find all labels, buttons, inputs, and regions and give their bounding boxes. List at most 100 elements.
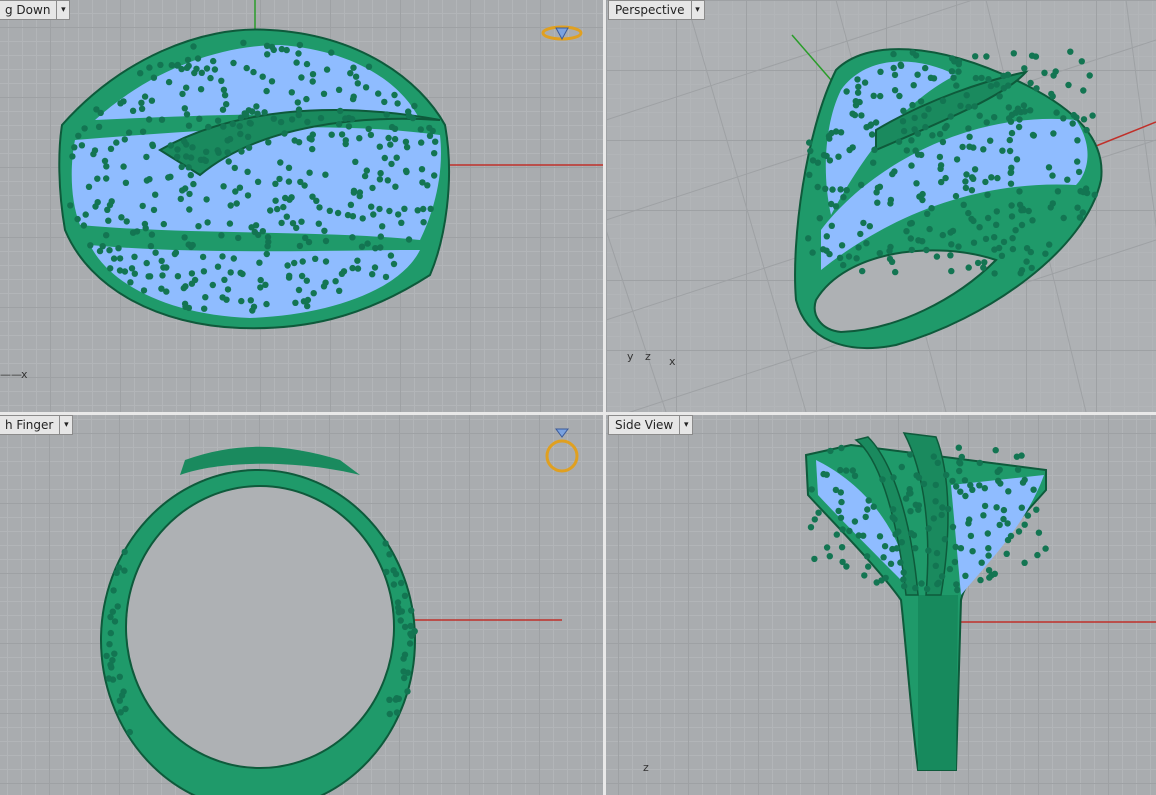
gem-bead: [334, 209, 342, 217]
gem-bead: [69, 153, 76, 160]
ring-view-icon[interactable]: [542, 425, 582, 477]
gem-bead: [928, 205, 935, 212]
gem-bead: [952, 192, 960, 200]
gem-bead: [998, 252, 1006, 259]
viewport-title-tab[interactable]: Side View ▾: [608, 415, 694, 435]
gem-bead: [808, 486, 815, 493]
gem-bead: [262, 281, 269, 288]
gem-bead: [835, 153, 842, 160]
gem-bead: [1034, 551, 1041, 559]
gem-bead: [890, 64, 897, 72]
gem-bead: [226, 220, 234, 227]
gem-bead: [150, 206, 158, 214]
gem-bead: [913, 472, 920, 479]
gem-bead: [862, 513, 869, 521]
gem-bead: [386, 207, 393, 215]
gem-bead: [1007, 180, 1015, 187]
chevron-down-icon[interactable]: ▾: [59, 416, 72, 434]
gem-bead: [1052, 68, 1059, 75]
viewport-perspective[interactable]: Perspective ▾ y z x: [606, 0, 1156, 412]
view-cube-icon[interactable]: [540, 20, 584, 46]
gem-bead: [1074, 204, 1081, 211]
gem-bead: [945, 505, 952, 513]
gem-bead: [914, 151, 922, 158]
gem-bead: [900, 569, 907, 576]
gem-bead: [237, 269, 244, 276]
gem-bead: [937, 162, 945, 169]
gem-bead: [261, 109, 268, 116]
gem-bead: [932, 498, 939, 505]
gem-bead: [968, 187, 976, 194]
gem-bead: [846, 146, 853, 154]
gem-bead: [912, 501, 919, 508]
gem-bead: [168, 61, 175, 69]
gem-bead: [1000, 506, 1008, 514]
gem-bead: [903, 228, 910, 235]
gem-bead: [82, 211, 89, 218]
viewport-divider-horizontal[interactable]: [0, 412, 1156, 415]
viewport-title-tab[interactable]: h Finger ▾: [0, 415, 74, 435]
gem-bead: [190, 180, 197, 188]
gem-bead: [127, 279, 134, 286]
viewport-top-down[interactable]: g Down ▾ —— x: [0, 0, 603, 412]
gem-bead: [152, 191, 159, 198]
gem-bead: [128, 265, 136, 272]
gem-bead: [406, 640, 414, 647]
gem-bead: [218, 232, 225, 239]
chevron-down-icon[interactable]: ▾: [56, 1, 69, 19]
gem-bead: [806, 171, 813, 178]
gem-bead: [94, 175, 101, 182]
gem-bead: [356, 135, 363, 142]
gem-bead: [140, 287, 148, 294]
gem-bead: [846, 527, 853, 535]
chevron-down-icon[interactable]: ▾: [690, 1, 704, 19]
gem-bead: [189, 241, 196, 249]
gem-bead: [337, 107, 344, 115]
gem-bead: [1029, 217, 1036, 224]
viewport-through-finger[interactable]: h Finger ▾: [0, 415, 603, 795]
gem-bead: [223, 101, 230, 108]
gem-bead: [171, 250, 179, 258]
gem-bead: [949, 477, 956, 485]
axis-label-x: x: [21, 368, 28, 381]
gem-bead: [988, 174, 995, 181]
gem-bead: [336, 287, 343, 294]
gem-bead: [1054, 188, 1062, 195]
gem-bead: [365, 125, 372, 133]
gem-bead: [254, 110, 261, 117]
gem-bead: [387, 252, 395, 259]
gem-bead: [978, 559, 985, 566]
viewport-side-view[interactable]: Side View ▾ z: [606, 415, 1156, 795]
gem-bead: [398, 608, 406, 615]
gem-bead: [196, 115, 203, 123]
gem-bead: [985, 545, 992, 552]
viewport-title-tab[interactable]: Perspective ▾: [608, 0, 705, 20]
viewport-title-tab[interactable]: g Down ▾: [0, 0, 71, 20]
gem-bead: [867, 121, 875, 128]
gem-bead: [122, 179, 130, 186]
gem-bead: [926, 225, 933, 233]
gem-bead: [860, 219, 867, 227]
gem-bead: [293, 59, 300, 66]
gem-bead: [227, 202, 234, 209]
gem-bead: [980, 264, 987, 271]
gem-bead: [411, 102, 418, 110]
gem-bead: [195, 223, 202, 230]
gem-bead: [281, 130, 288, 137]
gem-bead: [984, 214, 992, 222]
gem-bead: [198, 69, 205, 77]
gem-bead: [820, 470, 827, 478]
gem-bead: [103, 175, 110, 182]
gem-bead: [126, 728, 133, 736]
gem-bead: [285, 178, 293, 185]
gem-bead: [247, 120, 254, 127]
chevron-down-icon[interactable]: ▾: [679, 416, 692, 434]
gem-bead: [957, 488, 964, 495]
gem-bead: [303, 95, 310, 103]
viewport-divider-vertical[interactable]: [603, 0, 606, 795]
gem-bead: [426, 124, 433, 132]
gem-bead: [968, 215, 975, 223]
gem-bead: [263, 300, 270, 308]
gem-bead: [332, 278, 339, 285]
gem-bead: [363, 167, 370, 174]
